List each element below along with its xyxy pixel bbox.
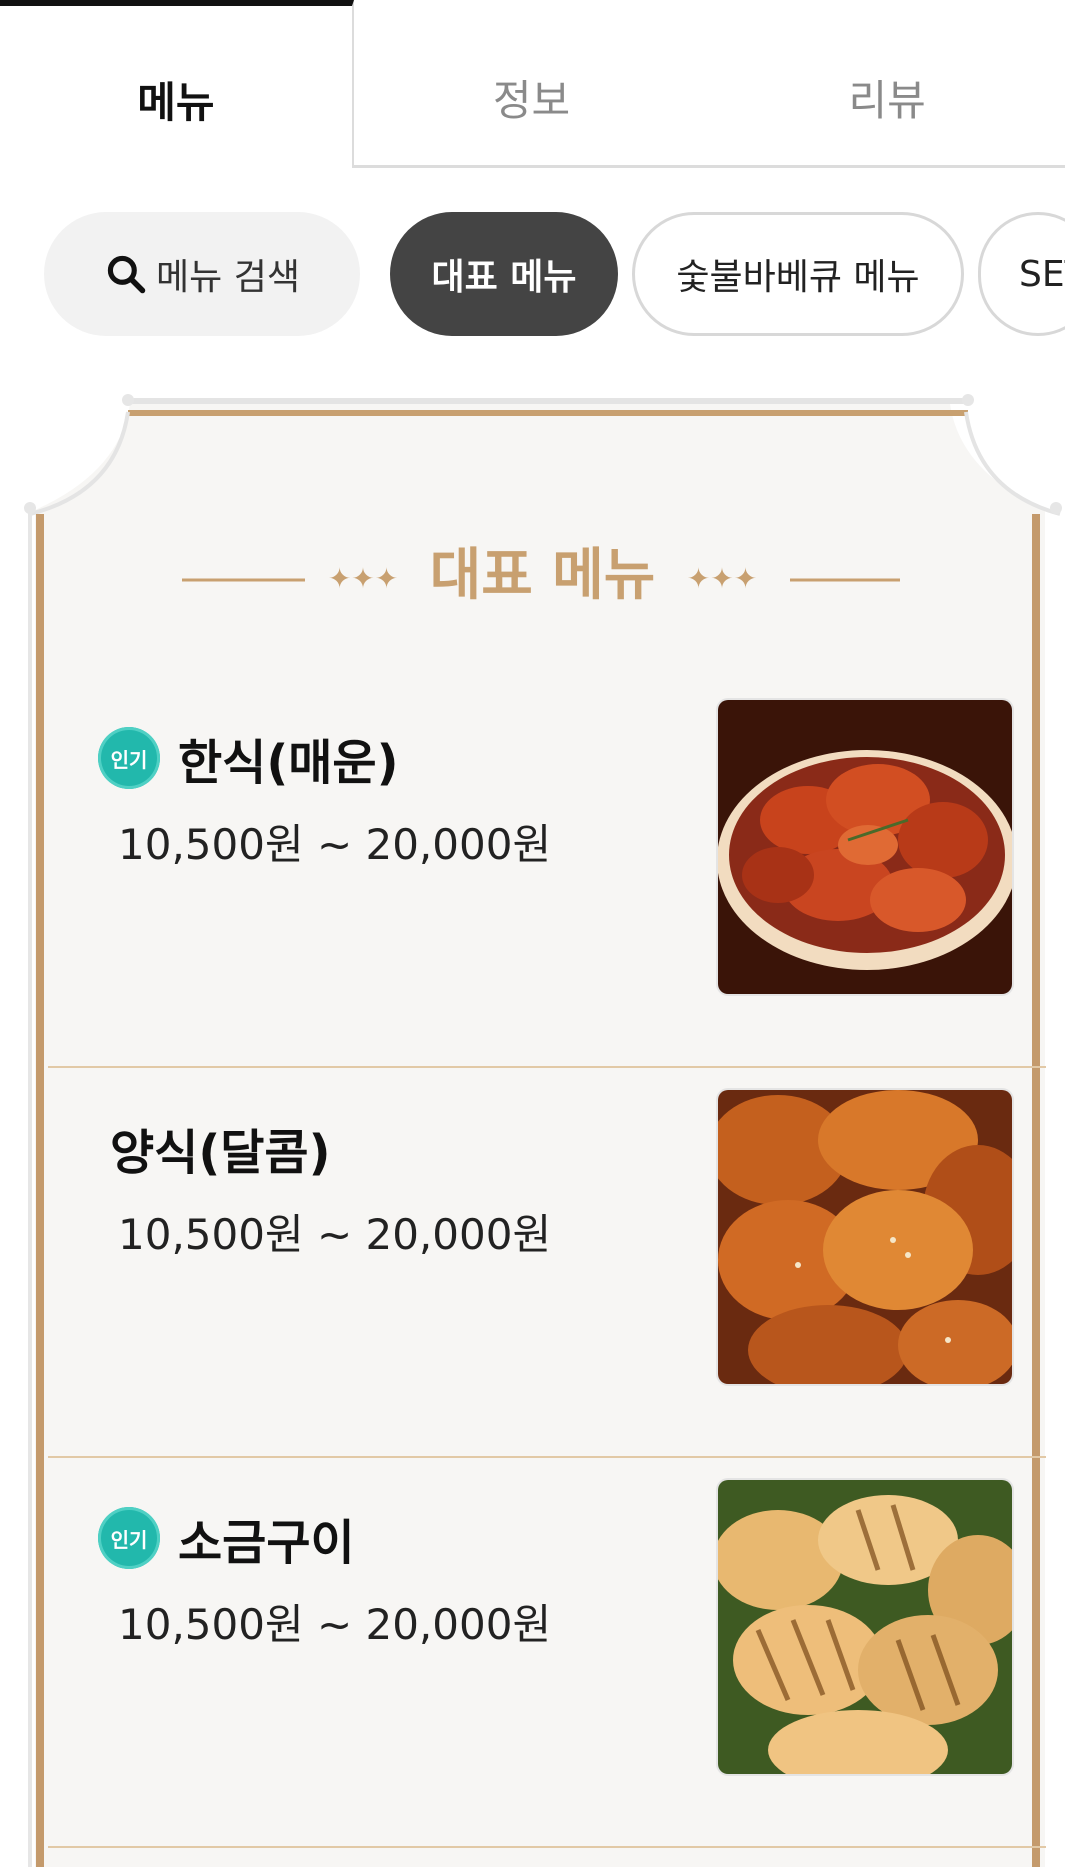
menu-item[interactable]: 인기 한식(매운) 10,500원 ~ 20,000원 xyxy=(48,678,1046,1068)
tab-menu[interactable]: 메뉴 xyxy=(0,0,354,168)
popular-badge: 인기 xyxy=(98,1507,160,1569)
section-title-text: 대표 메뉴 xyxy=(429,543,656,608)
tab-bar: 메뉴 정보 리뷰 xyxy=(0,0,1065,168)
menu-item[interactable]: 양식(달콤) 10,500원 ~ 20,000원 xyxy=(48,1068,1046,1458)
tab-info[interactable]: 정보 xyxy=(353,0,710,168)
menu-item[interactable]: 인기 소금구이 10,500원 ~ 20,000원 xyxy=(48,1458,1046,1848)
category-chips: 메뉴 검색 대표 메뉴 숯불바베큐 메뉴 SET xyxy=(44,212,1065,336)
chip-signature-menu[interactable]: 대표 메뉴 xyxy=(390,212,618,336)
tab-reviews[interactable]: 리뷰 xyxy=(709,0,1065,168)
chip-set-menu[interactable]: SET xyxy=(978,212,1065,336)
section-title: ✦✦✦ 대표 메뉴 ✦✦✦ xyxy=(20,530,1065,611)
popular-badge: 인기 xyxy=(98,727,160,789)
menu-search-label: 메뉴 검색 xyxy=(156,257,300,298)
menu-item-name-row: 양식(달콤) xyxy=(110,1113,331,1183)
spicy-chicken-image xyxy=(716,698,1014,996)
menu-item-price: 10,500원 ~ 20,000원 xyxy=(118,820,552,869)
menu-card: ✦✦✦ 대표 메뉴 ✦✦✦ 인기 한식(매운) 10,500원 ~ 20,000… xyxy=(20,392,1065,1867)
menu-item-price: 10,500원 ~ 20,000원 xyxy=(118,1600,552,1649)
menu-item-name: 소금구이 xyxy=(178,1515,355,1571)
menu-item-name-row: 인기 소금구이 xyxy=(98,1503,355,1573)
title-deco-right: ✦✦✦ xyxy=(686,562,758,596)
menu-item-price: 10,500원 ~ 20,000원 xyxy=(118,1210,552,1259)
menu-search-button[interactable]: 메뉴 검색 xyxy=(44,212,360,336)
grilled-chicken-image xyxy=(716,1478,1014,1776)
menu-item-name: 한식(매운) xyxy=(178,735,399,791)
sweet-chicken-image xyxy=(716,1088,1014,1386)
menu-item-name: 양식(달콤) xyxy=(110,1125,331,1181)
menu-item-name-row: 인기 한식(매운) xyxy=(98,723,399,793)
search-icon xyxy=(107,255,146,294)
title-deco-left: ✦✦✦ xyxy=(327,562,399,596)
chip-bbq-menu[interactable]: 숯불바베큐 메뉴 xyxy=(632,212,964,336)
